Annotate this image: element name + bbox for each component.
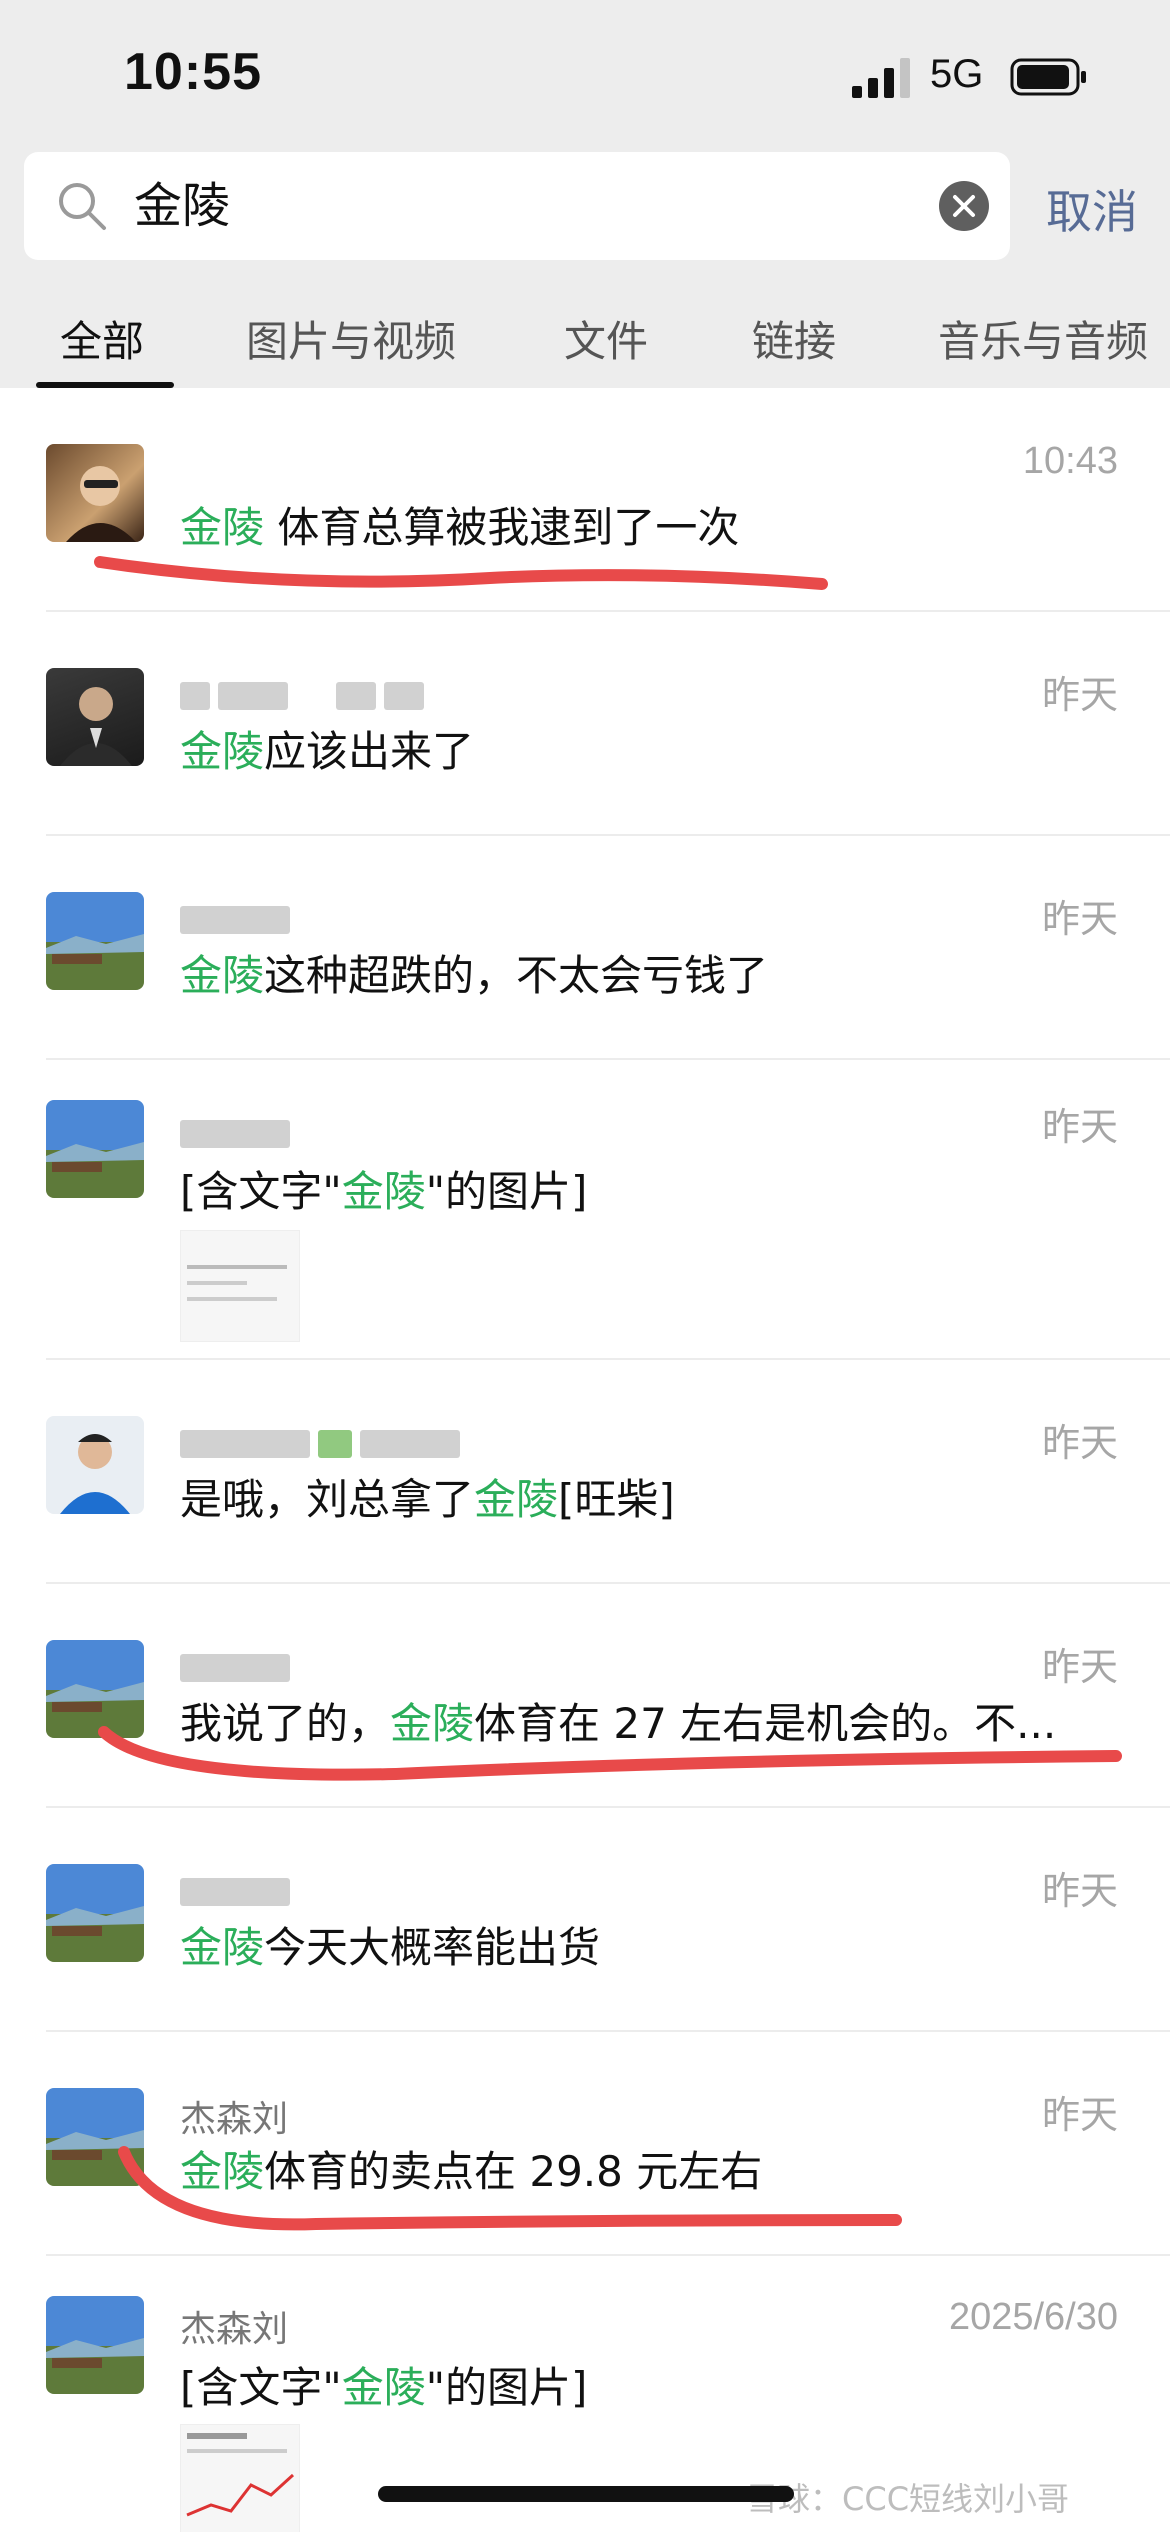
search-icon [59,183,106,230]
result-sender-blurred [180,1870,298,1911]
avatar [46,668,144,766]
tab-music-audio[interactable]: 音乐与音频 [938,308,1148,369]
tab-links[interactable]: 链接 [752,308,836,369]
result-row[interactable]: 昨天 金陵这种超跌的，不太会亏钱了 [0,836,1170,1060]
result-message: 金陵这种超跌的，不太会亏钱了 [180,951,769,1000]
result-row[interactable]: 昨天 金陵应该出来了 [0,612,1170,836]
image-thumbnail[interactable] [180,1230,300,1342]
watermark: 雪球：CCC短线刘小哥 [746,2480,1070,2518]
result-row[interactable]: 昨天 金陵今天大概率能出货 [0,1808,1170,2032]
avatar [46,892,144,990]
result-time: 昨天 [1041,899,1118,941]
cellular-signal-icon [852,58,910,98]
search-input[interactable]: 金陵 [134,178,230,234]
result-time: 昨天 [1041,675,1118,717]
tab-all[interactable]: 全部 [60,308,144,369]
keyword-highlight: 金陵 [180,503,265,552]
avatar [46,1864,144,1962]
result-time: 昨天 [1041,1871,1118,1913]
tab-photos-videos[interactable]: 图片与视频 [246,308,456,369]
result-time: 昨天 [1041,2095,1118,2137]
result-row[interactable]: 昨天 我说了的，金陵体育在 27 左右是机会的。不... [0,1584,1170,1808]
home-indicator[interactable] [378,2486,794,2502]
result-sender-blurred [180,898,298,939]
header-area: 10:55 5G 金陵 取消 全部 图片与视频 文件 链接 音乐与音频 [0,0,1170,388]
result-row[interactable]: 10:43 金陵 体育总算被我逮到了一次 [0,388,1170,612]
avatar [46,444,144,542]
keyword-highlight: 金陵 [390,1699,475,1748]
avatar [46,1416,144,1514]
result-message: 金陵体育的卖点在 29.8 元左右 [180,2147,763,2196]
avatar [46,1100,144,1198]
keyword-highlight: 金陵 [474,1475,559,1524]
result-row[interactable]: 昨天 是哦，刘总拿了金陵[旺柴] [0,1360,1170,1584]
keyword-highlight: 金陵 [180,2147,265,2196]
image-thumbnail[interactable] [180,2424,300,2532]
search-field[interactable]: 金陵 [24,152,1010,260]
result-sender-blurred [180,1112,298,1153]
result-message: 我说了的，金陵体育在 27 左右是机会的。不... [180,1699,1057,1748]
avatar [46,2088,144,2186]
result-time: 昨天 [1041,1107,1118,1149]
result-message: 金陵今天大概率能出货 [180,1923,601,1972]
result-message: 金陵 体育总算被我逮到了一次 [180,503,740,552]
result-row[interactable]: 杰森刘 昨天 金陵体育的卖点在 29.8 元左右 [0,2032,1170,2256]
keyword-highlight: 金陵 [341,1167,426,1216]
battery-icon [1010,58,1086,96]
result-time: 昨天 [1041,1647,1118,1689]
result-sender: 杰森刘 [180,2309,289,2350]
status-time: 10:55 [124,43,262,101]
result-sender: 杰森刘 [180,2099,289,2140]
result-sender-blurred [180,1646,298,1687]
search-results-screen: 10:55 5G 金陵 取消 全部 图片与视频 文件 链接 音乐与音频 10:4… [0,0,1170,2532]
keyword-highlight: 金陵 [341,2363,426,2412]
result-sender-blurred [180,674,432,715]
avatar [46,2296,144,2394]
result-time: 2025/6/30 [948,2296,1118,2338]
result-time: 昨天 [1041,1423,1118,1465]
keyword-highlight: 金陵 [180,951,265,1000]
result-sender-blurred [180,1422,468,1463]
cancel-button[interactable]: 取消 [1046,176,1138,242]
keyword-highlight: 金陵 [180,727,265,776]
keyword-highlight: 金陵 [180,1923,265,1972]
clear-icon[interactable] [938,180,990,232]
tab-files[interactable]: 文件 [564,308,648,369]
result-time: 10:43 [1022,440,1118,482]
result-row[interactable]: 昨天 [含文字"金陵"的图片] [0,1060,1170,1360]
avatar [46,1640,144,1738]
result-message: 金陵应该出来了 [180,727,475,776]
result-message: [含文字"金陵"的图片] [180,1167,588,1216]
result-message: 是哦，刘总拿了金陵[旺柴] [180,1475,675,1524]
result-message: [含文字"金陵"的图片] [180,2363,588,2412]
network-type: 5G [930,52,984,96]
